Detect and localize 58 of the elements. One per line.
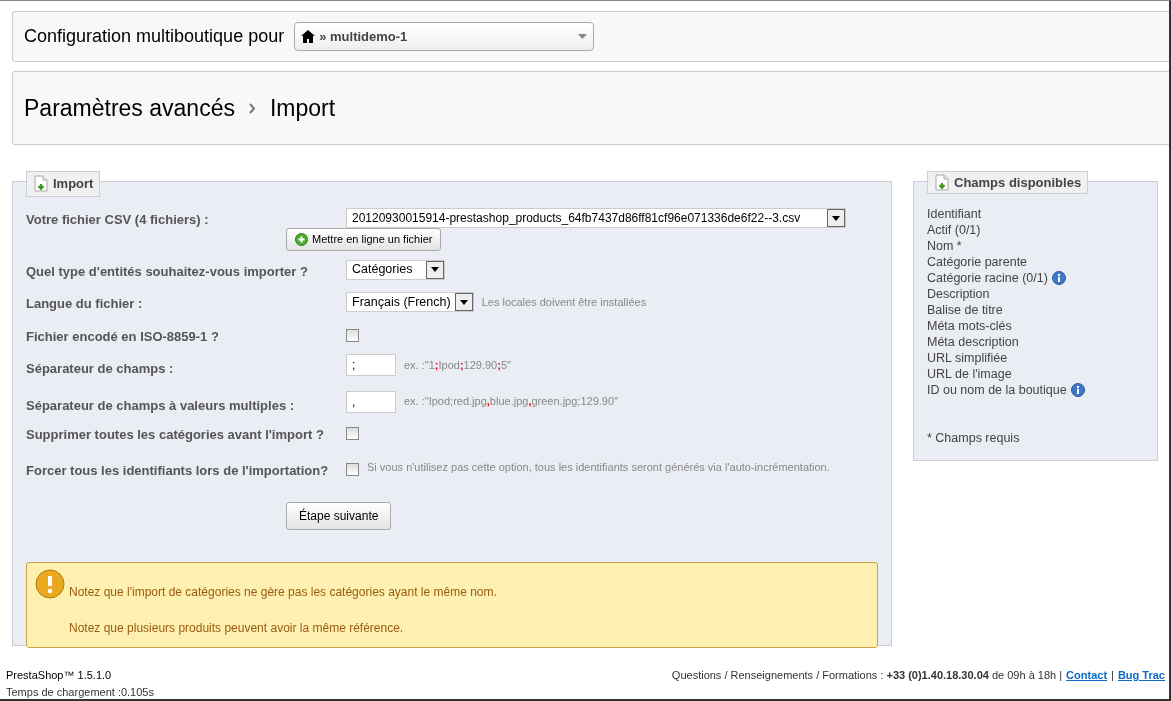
field-name: Actif (0/1) bbox=[927, 222, 981, 238]
caret-icon bbox=[578, 34, 588, 39]
footer-link[interactable]: Bug Trac bbox=[1117, 667, 1165, 684]
text-field[interactable]: , bbox=[346, 390, 396, 413]
info-icon[interactable] bbox=[1051, 271, 1066, 285]
chevron-icon bbox=[248, 102, 256, 114]
field-name: URL de l'image bbox=[927, 366, 1012, 382]
text-field[interactable]: ; bbox=[346, 354, 396, 376]
next-step-button[interactable]: Étape suivante bbox=[286, 502, 392, 530]
document-download-icon bbox=[33, 175, 49, 193]
field-label: Langue du fichier : bbox=[26, 295, 144, 313]
document-download-icon bbox=[934, 174, 950, 191]
checkbox[interactable] bbox=[346, 328, 359, 342]
link-separator: | bbox=[1111, 668, 1114, 683]
load-time-text: Temps de chargement :0.105s bbox=[6, 684, 154, 699]
dropdown[interactable]: Français (French) bbox=[346, 292, 474, 312]
checkbox[interactable] bbox=[346, 427, 359, 440]
field-label: Forcer tous les identifiants lors de l'importation? bbox=[26, 461, 330, 480]
breadcrumb-item: Paramètres avancés bbox=[24, 93, 235, 123]
field-label: Fichier encodé en ISO-8859-1 ? bbox=[26, 327, 220, 346]
warning-text: Notez que plusieurs produits peuvent avoir la même référence. bbox=[69, 620, 405, 637]
field-name: Méta description bbox=[927, 334, 1019, 350]
field-name: ID ou nom de la boutique bbox=[927, 382, 1067, 398]
version-text: PrestaShop™ 1.5.1.0 bbox=[6, 668, 113, 683]
info-icon[interactable] bbox=[1070, 383, 1085, 397]
field-label: Supprimer toutes les catégories avant l'import ? bbox=[26, 426, 325, 444]
plus-circle-icon bbox=[295, 232, 308, 246]
field-hint: ex. :"Ipod;red.jpg,blue.jpg,green.jpg;129.90" bbox=[404, 394, 618, 410]
home-icon bbox=[301, 30, 316, 43]
legend-title: Champs disponibles bbox=[954, 174, 1082, 191]
field-name: Nom * bbox=[927, 238, 962, 254]
field-hint: Si vous n'utilisez pas cette option, tous les identifiants seront générés via l'auto-incrémentation. bbox=[367, 459, 830, 475]
dropdown[interactable]: Catégories bbox=[346, 259, 446, 280]
file-select[interactable]: 20120930015914-prestashop_products_64fb7437d86ff81cf96e071336de6f22--3.csv bbox=[346, 208, 846, 228]
breadcrumb-item: Import bbox=[269, 93, 336, 123]
checkbox[interactable] bbox=[346, 462, 359, 476]
warning-icon bbox=[35, 569, 65, 599]
field-name: Identifiant bbox=[927, 206, 982, 222]
field-name: Catégorie racine (0/1) bbox=[927, 270, 1048, 286]
field-name: Catégorie parente bbox=[927, 254, 1028, 270]
legend-title: Import bbox=[53, 175, 94, 193]
field-name: Méta mots-clés bbox=[927, 318, 1012, 334]
field-label: Séparateur de champs : bbox=[26, 360, 175, 378]
field-hint: Les locales doivent être installées bbox=[481, 294, 647, 310]
field-label: Quel type d'entités souhaitez-vous importer ? bbox=[26, 262, 309, 281]
shop-select[interactable]: » multidemo-1 bbox=[294, 22, 595, 51]
upload-button[interactable]: Mettre en ligne un fichier bbox=[286, 228, 442, 251]
required-note: * Champs requis bbox=[927, 430, 1021, 446]
field-name: Balise de titre bbox=[927, 302, 1003, 318]
warning-text: Notez que l'import de catégories ne gère pas les catégories ayant le même nom. bbox=[69, 584, 497, 601]
field-name: Description bbox=[927, 286, 990, 302]
field-label: Votre fichier CSV (4 fichiers) : bbox=[26, 211, 210, 229]
field-name: URL simplifiée bbox=[927, 350, 1008, 366]
shop-label: Configuration multiboutique pour bbox=[24, 25, 285, 48]
footer-link[interactable]: Contact bbox=[1066, 667, 1108, 684]
field-label: Séparateur de champs à valeurs multiples : bbox=[26, 396, 296, 415]
contact-text: Questions / Renseignements / Formations : +33 (0)1.40.18.30.04 de 09h à 18h | bbox=[671, 668, 1063, 683]
field-hint: ex. :"1;Ipod;129.90;5" bbox=[404, 357, 511, 373]
